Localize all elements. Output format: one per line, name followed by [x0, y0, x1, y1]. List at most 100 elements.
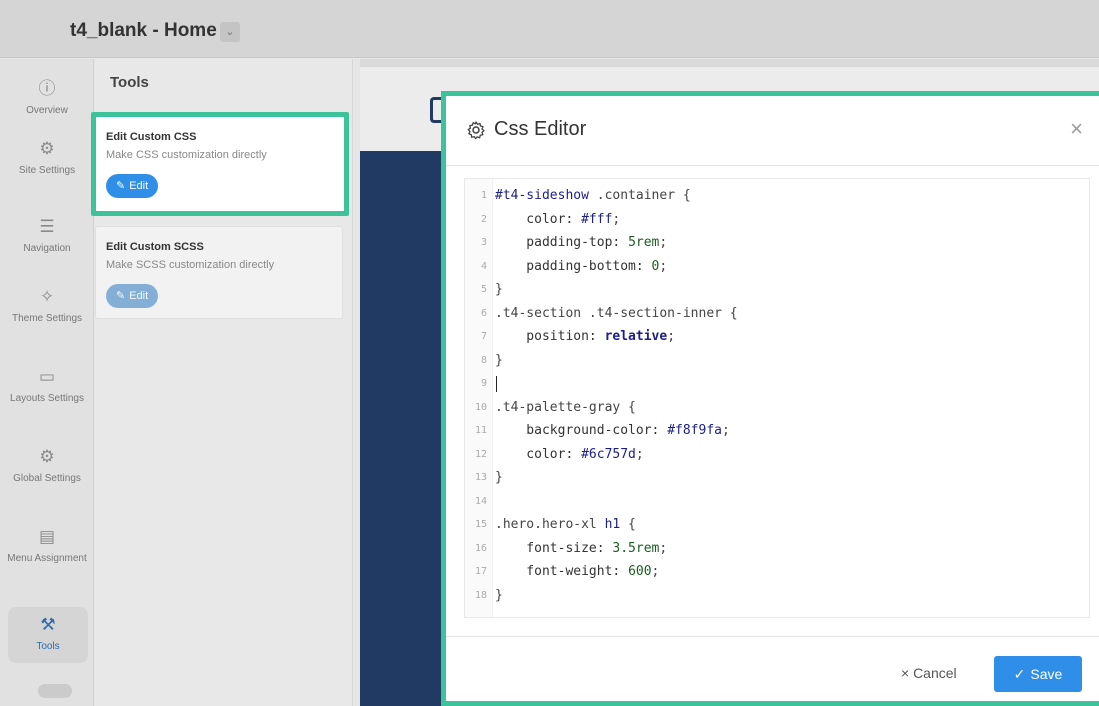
code-text: color: #fff; [495, 209, 620, 231]
tools-heading: Tools [110, 74, 149, 91]
code-text: color: #6c757d; [495, 444, 643, 466]
line-number: 4 [480, 260, 487, 272]
sidebar-item-layouts-settings[interactable]: ▭ Layouts Settings [0, 367, 94, 427]
code-token: #6c757d [581, 446, 636, 462]
tool-card-title: Edit Custom CSS [106, 131, 197, 143]
code-token: .hero.hero-xl [495, 517, 605, 532]
sidebar-item-theme-settings[interactable]: ✧ Theme Settings [0, 287, 94, 347]
code-text: position: relative; [495, 326, 675, 348]
code-token: } [495, 470, 503, 485]
modal-header: Css Editor × [446, 96, 1099, 166]
code-line: 10 .t4-palette-gray { [465, 397, 1085, 419]
save-button[interactable]: ✓ Save [994, 656, 1082, 692]
code-token: color: [495, 446, 582, 462]
code-line: 4 padding-bottom: 0; [465, 256, 1085, 278]
code-line: 6 .t4-section .t4-section-inner { [465, 303, 1085, 325]
code-token: ; [659, 258, 668, 274]
save-button-label: Save [1030, 666, 1063, 682]
tool-card-description: Make SCSS customization directly [106, 259, 275, 271]
code-editor[interactable]: 1 #t4-sideshow .container { 2 color: #fff;… [464, 178, 1090, 618]
sidebar-item-global-settings[interactable]: ⚙ Global Settings [0, 447, 94, 507]
close-icon[interactable]: × [1070, 116, 1083, 142]
sidebar-item-label: Tools [36, 641, 60, 652]
code-line: 3 padding-top: 5rem; [465, 232, 1085, 254]
sidebar-item-site-settings[interactable]: ⚙ Site Settings [0, 139, 94, 197]
code-text: .t4-section .t4-section-inner { [495, 303, 738, 325]
code-line: 18} [465, 585, 1085, 607]
code-line: 15 .hero.hero-xl h1 { [465, 514, 1085, 536]
magic-wand-icon: ✧ [39, 287, 55, 306]
layout-icon: ▭ [38, 367, 56, 386]
code-text: font-size: 3.5rem; [495, 538, 667, 560]
code-line: 7 position: relative; [465, 326, 1085, 348]
code-token: padding-bottom: [495, 258, 652, 274]
code-token: ; [612, 211, 621, 227]
edit-icon: ✎ [116, 290, 126, 302]
code-token: font-size: [495, 540, 613, 556]
check-icon: ✓ [1013, 665, 1026, 682]
code-line: 17 font-weight: 600; [465, 561, 1085, 583]
code-token: h1 [604, 517, 621, 532]
sidebar-item-menu-assignment[interactable]: ▤ Menu Assignment [0, 527, 94, 587]
modal-title: Css Editor [466, 118, 586, 141]
code-token: .t4-palette-gray { [495, 399, 636, 415]
code-token: color: [495, 211, 582, 227]
code-token: relative [604, 329, 668, 344]
page-title: t4_blank - Home [70, 20, 217, 41]
sidebar-item-label: Global Settings [13, 473, 81, 484]
edit-icon: ✎ [116, 180, 126, 192]
code-text: .hero.hero-xl h1 { [495, 514, 636, 536]
line-number: 2 [480, 213, 487, 225]
code-token: 5rem [628, 235, 660, 250]
tools-panel: Tools Edit Custom CSS Make CSS customiza… [91, 59, 353, 706]
sidebar-item-label: Overview [26, 105, 68, 116]
sidebar-item-label: Theme Settings [11, 313, 83, 324]
code-token: position: [495, 329, 605, 344]
sidebar-item-label: Layouts Settings [10, 393, 84, 404]
code-token: ; [651, 564, 660, 579]
sidebar-item-tools[interactable]: ⚒ Tools [8, 607, 88, 663]
sidebar-item-navigation[interactable]: ☰ Navigation [0, 217, 94, 261]
gears-icon: ⚙ [39, 447, 55, 466]
line-number: 8 [480, 354, 487, 366]
collapse-toggle[interactable] [38, 684, 72, 698]
cancel-button[interactable]: × Cancel [901, 665, 957, 681]
line-number: 16 [474, 542, 487, 554]
code-text: padding-top: 5rem; [495, 232, 667, 254]
edit-css-button[interactable]: ✎ Edit [106, 174, 159, 198]
line-number: 10 [474, 401, 487, 413]
code-text: .t4-palette-gray { [495, 397, 636, 419]
sidebar-item-overview[interactable]: ⓘ Overview [0, 79, 94, 129]
chevron-down-icon[interactable]: ⌄ [220, 22, 240, 42]
code-token: 600 [628, 564, 652, 579]
line-number: 7 [480, 331, 487, 342]
code-token: ; [721, 423, 730, 438]
line-number: 11 [474, 425, 487, 436]
gear-icon [467, 120, 485, 139]
line-number: 15 [474, 519, 487, 530]
edit-button-label: Edit [129, 180, 149, 192]
sidebar-item-label: Menu Assignment [7, 553, 87, 564]
code-text: } [495, 585, 503, 607]
menu-icon: ☰ [39, 217, 55, 236]
code-token: ; [659, 235, 668, 250]
code-token: } [495, 282, 503, 297]
code-line: 13} [465, 467, 1085, 489]
code-text: } [495, 279, 503, 301]
code-text: #t4-sideshow .container { [495, 185, 691, 207]
edit-scss-button[interactable]: ✎ Edit [106, 284, 159, 308]
code-line: 5} [465, 279, 1085, 301]
code-text: background-color: #f8f9fa; [495, 420, 730, 442]
line-number: 17 [474, 566, 487, 577]
modal-footer: × Cancel ✓ Save [446, 636, 1099, 706]
code-line: 9 [465, 373, 1085, 395]
code-token: #fff [581, 211, 613, 227]
code-token: #t4-sideshow [495, 188, 589, 203]
tool-card-custom-css: Edit Custom CSS Make CSS customization d… [91, 112, 349, 216]
code-line: 1 #t4-sideshow .container { [465, 185, 1085, 207]
code-token: { [620, 517, 636, 532]
code-text: } [495, 467, 503, 489]
code-token: ; [667, 329, 676, 344]
line-number: 9 [480, 378, 487, 389]
line-number: 14 [474, 495, 487, 507]
